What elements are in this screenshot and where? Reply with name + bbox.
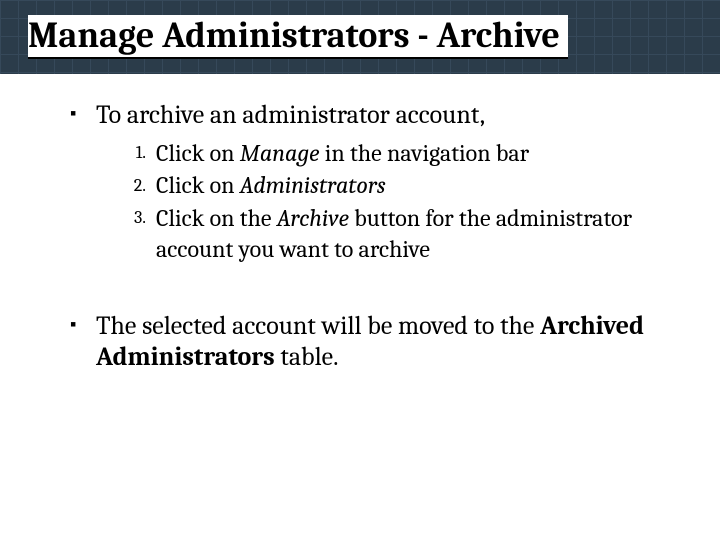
step-2-emph: Administrators [240, 171, 386, 199]
step-1: Click on Manage in the navigation bar [150, 138, 672, 169]
step-3: Click on the Archive button for the admi… [150, 203, 672, 264]
step-3-emph: Archive [277, 204, 349, 232]
step-2: Click on Administrators [150, 170, 672, 201]
bullet-intro: To archive an administrator account, Cli… [70, 100, 672, 265]
slide: Manage Administrators - Archive To archi… [0, 0, 720, 540]
step-1-emph: Manage [240, 139, 320, 167]
title-band: Manage Administrators - Archive [0, 0, 720, 74]
bullet-result: The selected account will be moved to th… [70, 311, 672, 374]
slide-title: Manage Administrators - Archive [28, 15, 568, 59]
slide-body: To archive an administrator account, Cli… [0, 74, 720, 374]
bullet-intro-text: To archive an administrator account, [96, 100, 485, 130]
